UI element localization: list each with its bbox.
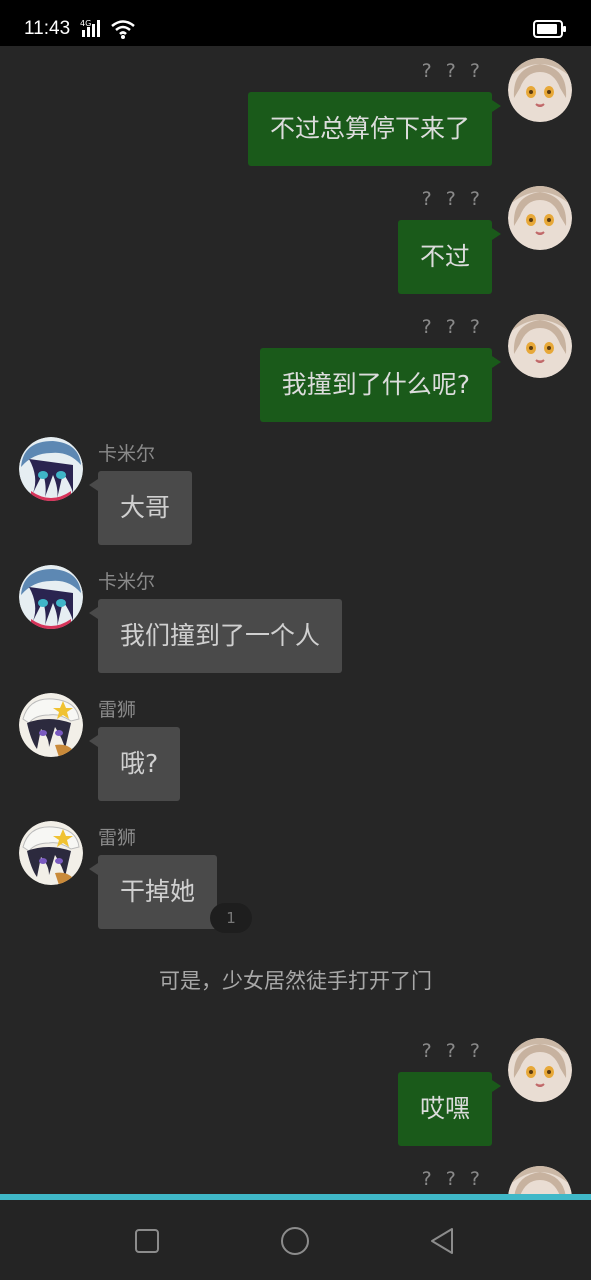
girl-avatar-icon[interactable]	[508, 314, 572, 378]
sender-name: 雷狮	[98, 699, 137, 721]
status-time: 11:43	[24, 18, 71, 39]
message-bubble[interactable]: 我撞到了什么呢?	[259, 348, 502, 422]
recents-square-icon[interactable]	[132, 1226, 162, 1256]
sender-name: ? ? ?	[421, 188, 484, 210]
message-item: ? ? ? 不过总算停下来了	[0, 52, 591, 172]
sender-name: 雷狮	[98, 827, 137, 849]
home-circle-icon[interactable]	[280, 1226, 310, 1256]
leishi-avatar-icon[interactable]	[19, 821, 83, 885]
sender-name: ? ? ?	[421, 60, 484, 82]
sender-name: ? ? ?	[421, 316, 484, 338]
girl-avatar-icon[interactable]	[508, 186, 572, 250]
leishi-avatar-icon[interactable]	[19, 693, 83, 757]
girl-avatar-icon[interactable]	[508, 58, 572, 122]
network-type-label: 4G	[80, 19, 91, 28]
camille-avatar-icon[interactable]	[19, 437, 83, 501]
sender-name: 卡米尔	[98, 571, 156, 593]
message-item: 雷狮 哦?	[0, 693, 591, 822]
message-bubble[interactable]: 哎嘿	[397, 1072, 502, 1146]
battery-icon	[533, 20, 566, 38]
message-bubble[interactable]: 哦?	[88, 727, 181, 801]
status-bar: 11:43 4G	[0, 0, 591, 46]
cellular-signal-icon: 4G	[80, 19, 100, 37]
message-bubble[interactable]: 大哥	[88, 471, 193, 545]
message-item: ? ? ? 不过	[0, 180, 591, 300]
system-nav-bar	[0, 1200, 591, 1280]
camille-avatar-icon[interactable]	[19, 565, 83, 629]
message-item: ? ? ? 我撞到了什么呢?	[0, 308, 591, 428]
chat-area[interactable]: ? ? ? 不过总算停下来了 ? ? ? 不过 ? ? ? 我撞到了什么呢? 卡…	[0, 46, 591, 1196]
message-count-badge[interactable]: 1	[210, 903, 252, 933]
back-triangle-icon[interactable]	[428, 1226, 458, 1256]
message-bubble[interactable]: 干掉她	[88, 855, 218, 929]
sender-name: ? ? ?	[421, 1040, 484, 1062]
sender-name: ? ? ?	[421, 1168, 484, 1190]
girl-avatar-icon[interactable]	[508, 1038, 572, 1102]
message-item: 卡米尔 大哥	[0, 437, 591, 566]
sender-name: 卡米尔	[98, 443, 156, 465]
message-item: ? ? ?	[0, 1160, 591, 1196]
message-item: ? ? ? 哎嘿	[0, 1032, 591, 1152]
message-item: 雷狮 干掉她	[0, 821, 591, 950]
message-bubble[interactable]: 不过总算停下来了	[247, 92, 502, 166]
message-bubble[interactable]: 不过	[397, 220, 502, 294]
message-item: 卡米尔 我们撞到了一个人	[0, 565, 591, 694]
girl-avatar-icon[interactable]	[508, 1166, 572, 1196]
wifi-icon	[111, 20, 135, 39]
narration-text: 可是，少女居然徒手打开了门	[159, 969, 432, 993]
message-bubble[interactable]: 我们撞到了一个人	[88, 599, 343, 673]
